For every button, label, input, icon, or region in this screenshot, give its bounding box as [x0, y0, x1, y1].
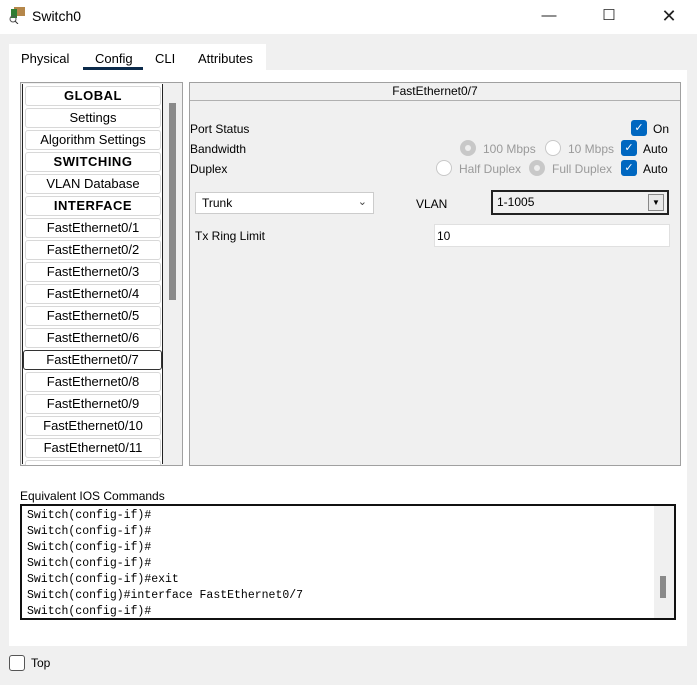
- maximize-icon[interactable]: ☐: [594, 6, 624, 26]
- vlan-label: VLAN: [416, 197, 448, 211]
- interface-panel: FastEthernet0/7 Port Status ✓ On Bandwid…: [189, 82, 681, 466]
- panel-title: FastEthernet0/7: [190, 83, 680, 101]
- vlan-value: 1-1005: [497, 195, 535, 209]
- tab-bar: Physical Config CLI Attributes: [9, 44, 266, 71]
- top-checkbox[interactable]: [9, 655, 25, 671]
- sidebar-item-settings[interactable]: Settings: [25, 108, 161, 128]
- sidebar-item-fastethernet0-1[interactable]: FastEthernet0/1: [25, 218, 161, 238]
- sidebar-scrollbar[interactable]: [169, 103, 176, 300]
- sidebar-item-fastethernet0-4[interactable]: FastEthernet0/4: [25, 284, 161, 304]
- ios-scrollbar-thumb[interactable]: [660, 576, 666, 598]
- sidebar-item-fastethernet0-6[interactable]: FastEthernet0/6: [25, 328, 161, 348]
- window-title: Switch0: [32, 8, 82, 24]
- ios-commands-text: Switch(config-if)# Switch(config-if)# Sw…: [27, 509, 304, 618]
- minimize-icon[interactable]: —: [534, 6, 564, 26]
- duplex-auto-label: Auto: [643, 162, 668, 176]
- tx-ring-limit-input[interactable]: 10: [434, 224, 670, 247]
- sidebar-list: GLOBAL Settings Algorithm Settings SWITCHIN…: [22, 84, 163, 465]
- config-sidebar: GLOBAL Settings Algorithm Settings SWITCHIN…: [20, 82, 183, 466]
- sidebar-item-fastethernet0-5[interactable]: FastEthernet0/5: [25, 306, 161, 326]
- vlan-select[interactable]: 1-1005 ▼: [491, 190, 669, 215]
- ios-commands-label: Equivalent IOS Commands: [20, 489, 165, 503]
- bandwidth-10-label: 10 Mbps: [568, 142, 615, 156]
- port-status-checkbox[interactable]: ✓: [631, 120, 647, 136]
- tab-config[interactable]: Config: [95, 51, 133, 66]
- duplex-auto-checkbox[interactable]: ✓: [621, 160, 637, 176]
- half-duplex-radio[interactable]: [436, 160, 452, 176]
- bandwidth-10-radio[interactable]: [545, 140, 561, 156]
- close-icon[interactable]: ✕: [654, 6, 684, 26]
- sidebar-item-fastethernet0-8[interactable]: FastEthernet0/8: [25, 372, 161, 392]
- bandwidth-100-radio[interactable]: [460, 140, 476, 156]
- ios-scrollbar[interactable]: [654, 506, 674, 618]
- tab-attributes[interactable]: Attributes: [198, 51, 253, 66]
- sidebar-item-fastethernet0-3[interactable]: FastEthernet0/3: [25, 262, 161, 282]
- sidebar-item-global: GLOBAL: [25, 86, 161, 106]
- top-label: Top: [31, 656, 51, 670]
- tx-ring-limit-label: Tx Ring Limit: [195, 229, 266, 243]
- bandwidth-auto-checkbox[interactable]: ✓: [621, 140, 637, 156]
- sidebar-item-fastethernet0-7[interactable]: FastEthernet0/7: [23, 350, 162, 370]
- bandwidth-100-label: 100 Mbps: [483, 142, 536, 156]
- port-mode-select[interactable]: Trunk ⌄: [195, 192, 374, 214]
- sidebar-item-algorithm-settings[interactable]: Algorithm Settings: [25, 130, 161, 150]
- title-bar: Switch0 — ☐ ✕: [0, 0, 697, 34]
- sidebar-item-vlan-database[interactable]: VLAN Database: [25, 174, 161, 194]
- full-duplex-radio[interactable]: [529, 160, 545, 176]
- sidebar-item-fastethernet0-10[interactable]: FastEthernet0/10: [25, 416, 161, 436]
- port-status-on-label: On: [653, 122, 670, 136]
- sidebar-item-fastethernet0-9[interactable]: FastEthernet0/9: [25, 394, 161, 414]
- ios-commands-output[interactable]: Switch(config-if)# Switch(config-if)# Sw…: [20, 504, 676, 620]
- bandwidth-label: Bandwidth: [190, 142, 247, 156]
- tab-physical[interactable]: Physical: [21, 51, 69, 66]
- duplex-label: Duplex: [190, 162, 228, 176]
- switch-app-icon: [8, 6, 26, 25]
- sidebar-item-fastethernet0-2[interactable]: FastEthernet0/2: [25, 240, 161, 260]
- port-status-label: Port Status: [190, 122, 250, 136]
- port-mode-value: Trunk: [202, 196, 233, 210]
- dropdown-arrow-icon[interactable]: ▼: [648, 194, 664, 211]
- sidebar-item-interface: INTERFACE: [25, 196, 161, 216]
- half-duplex-label: Half Duplex: [459, 162, 522, 176]
- sidebar-item-fastethernet0-11[interactable]: FastEthernet0/11: [25, 438, 161, 458]
- bandwidth-auto-label: Auto: [643, 142, 668, 156]
- full-duplex-label: Full Duplex: [552, 162, 613, 176]
- sidebar-item-partial[interactable]: [25, 460, 161, 465]
- sidebar-item-switching: SWITCHING: [25, 152, 161, 172]
- chevron-down-icon: ⌄: [357, 196, 367, 208]
- tab-cli[interactable]: CLI: [155, 51, 175, 66]
